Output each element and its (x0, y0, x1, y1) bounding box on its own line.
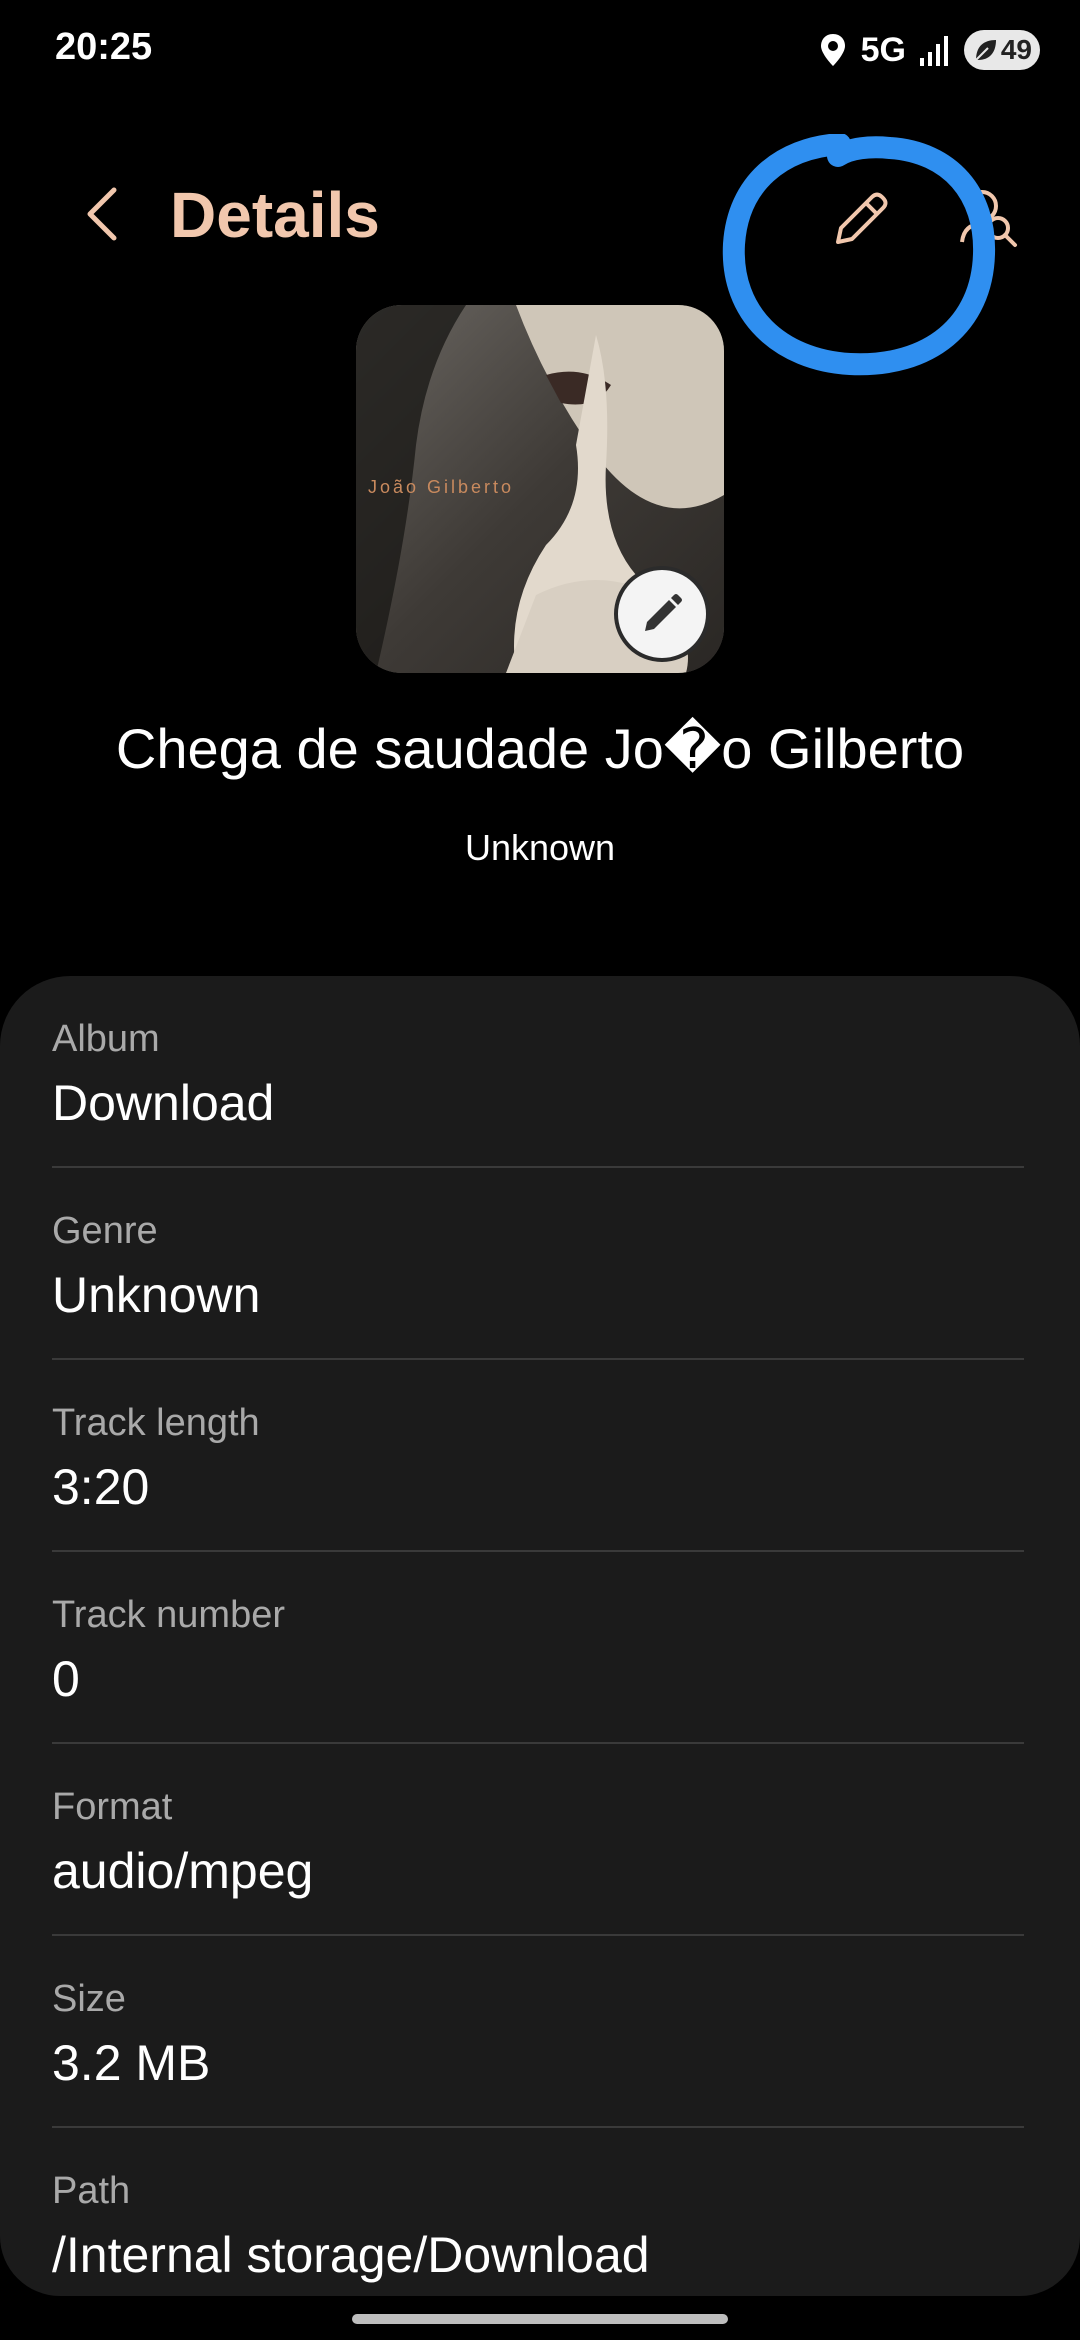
battery-indicator: 49 (964, 30, 1040, 70)
detail-value: 3.2 MB (52, 2035, 211, 2091)
page-title: Details (170, 179, 380, 251)
album-art-caption: João Gilberto (368, 477, 515, 497)
detail-label: Track number (52, 1594, 285, 1636)
detail-row-genre: Genre Unknown (52, 1168, 1024, 1360)
pencil-icon[interactable] (826, 184, 896, 254)
pencil-filled-icon (645, 594, 682, 631)
detail-label: Size (52, 1978, 126, 2020)
detail-value: 3:20 (52, 1459, 150, 1515)
edit-album-art-button[interactable] (614, 566, 710, 662)
detail-label: Track length (52, 1402, 260, 1444)
status-icons: 5G 49 (819, 28, 1040, 72)
detail-value: Unknown (52, 1267, 261, 1323)
details-card: Album Download Genre Unknown Track lengt… (0, 976, 1080, 2296)
battery-level: 49 (1000, 34, 1032, 65)
detail-label: Format (52, 1786, 173, 1828)
search-user-icon[interactable] (960, 184, 1020, 254)
detail-label: Path (52, 2170, 131, 2212)
song-artist: Unknown (464, 827, 616, 868)
detail-value: Download (52, 1075, 275, 1131)
detail-value: 0 (52, 1651, 80, 1707)
detail-row-track-length: Track length 3:20 (52, 1360, 1024, 1552)
detail-row-size: Size 3.2 MB (52, 1936, 1024, 2128)
detail-row-format: Format audio/mpeg (52, 1744, 1024, 1936)
back-arrow-icon[interactable] (78, 182, 128, 246)
song-title: Chega de saudade Jo�o Gilberto (115, 717, 965, 780)
detail-value: audio/mpeg (52, 1843, 314, 1899)
location-icon (820, 34, 845, 66)
detail-label: Genre (52, 1210, 158, 1252)
detail-row-album: Album Download (52, 976, 1024, 1168)
detail-value: /Internal storage/Download (52, 2227, 650, 2283)
network-type: 5G (860, 30, 906, 69)
detail-row-track-number: Track number 0 (52, 1552, 1024, 1744)
annotation-circle (722, 134, 996, 376)
signal-icon (920, 36, 948, 66)
home-indicator[interactable] (352, 2314, 728, 2324)
detail-label: Album (52, 1018, 160, 1060)
status-time: 20:25 (55, 26, 153, 68)
detail-row-path: Path /Internal storage/Download (52, 2128, 1024, 2320)
battery-saver-leaf-icon (975, 40, 996, 61)
